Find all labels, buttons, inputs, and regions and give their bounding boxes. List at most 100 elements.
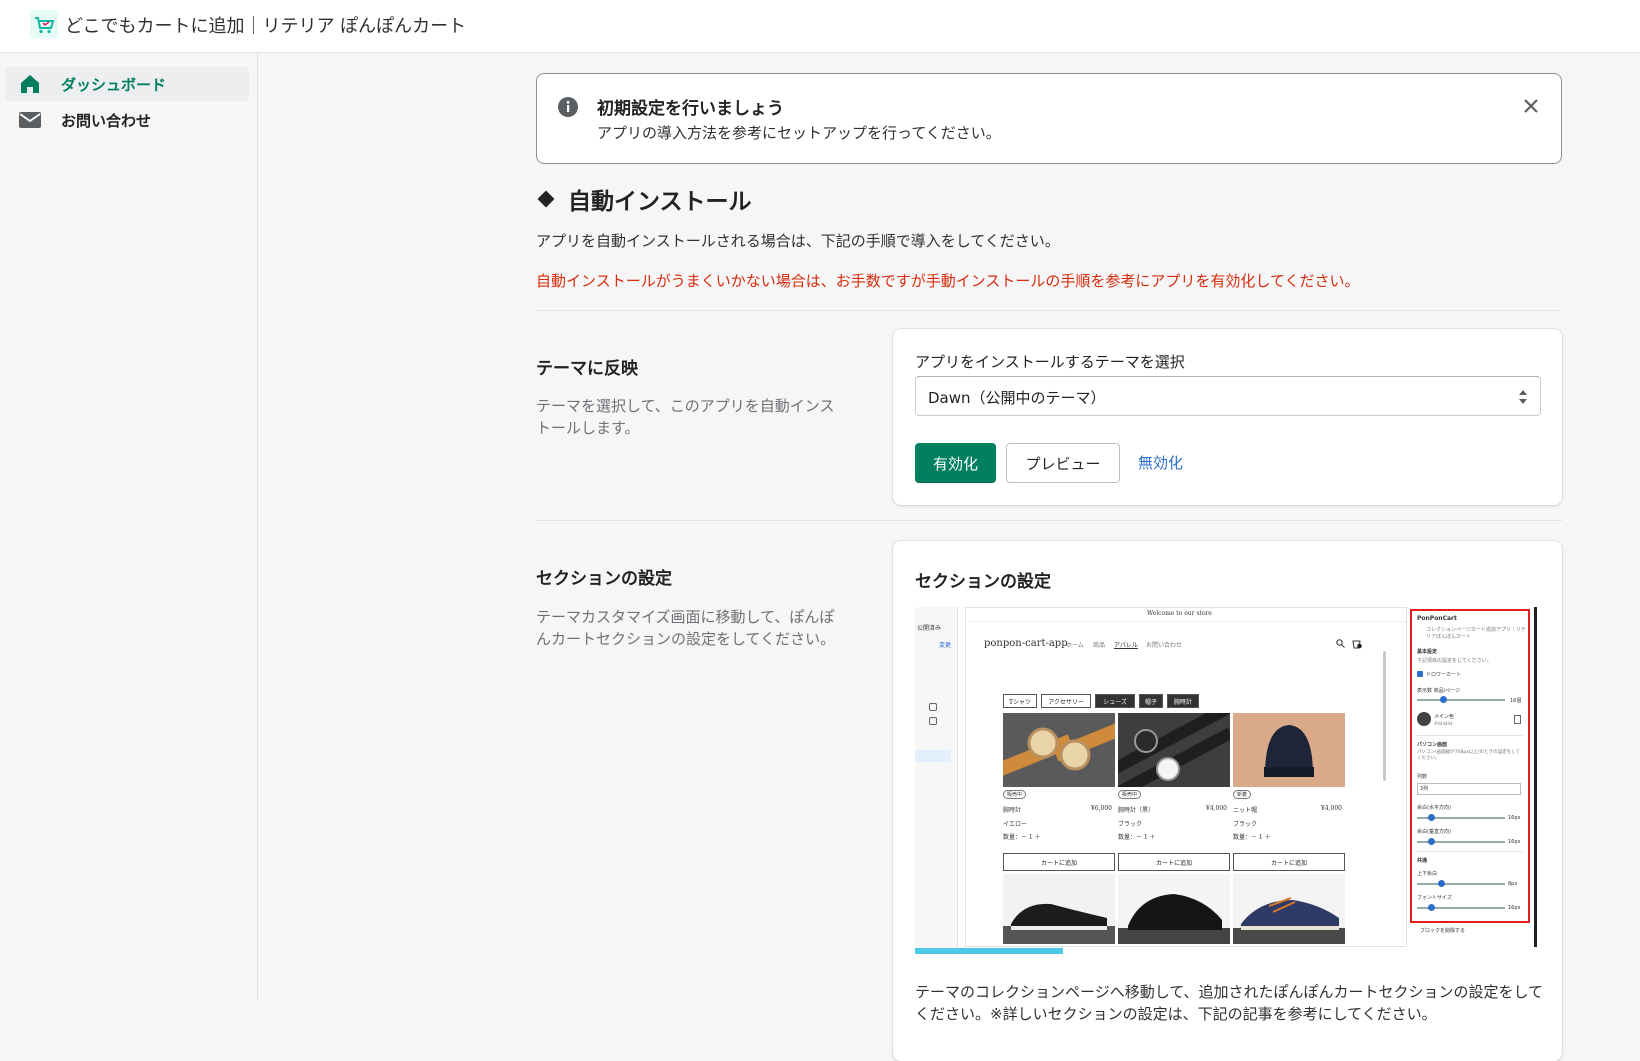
panel-top-bottom: 上下余白 bbox=[1417, 871, 1438, 877]
product-qty: 数量：－ 1 ＋ bbox=[1233, 834, 1271, 841]
auto-install-heading: 自動インストール bbox=[537, 182, 752, 216]
link-icon bbox=[929, 717, 937, 725]
product-qty: 数量：－ 1 ＋ bbox=[1118, 834, 1156, 841]
diamond-bullet-icon bbox=[537, 190, 555, 208]
slider-knob bbox=[1440, 696, 1447, 703]
product-badge: 販売中 bbox=[1003, 790, 1027, 799]
preview-add-to-cart: カートに追加 bbox=[1003, 853, 1115, 871]
panel-note: パソコン(画面幅が768px以上)のときの設定をしてください。 bbox=[1417, 750, 1520, 761]
link-icon bbox=[929, 703, 937, 711]
panel-items-label: 表示数 商品/ページ bbox=[1417, 688, 1461, 694]
store-tab: アクセサリー bbox=[1041, 694, 1091, 708]
store-name: ponpon-cart-app bbox=[984, 638, 1068, 649]
color-swatch bbox=[1417, 712, 1431, 726]
checkbox-icon bbox=[1417, 671, 1423, 677]
theme-select-label: アプリをインストールするテーマを選択 bbox=[915, 353, 1185, 371]
panel-columns-value: 3列 bbox=[1420, 786, 1429, 792]
slider-knob bbox=[1428, 814, 1435, 821]
slider-knob bbox=[1428, 838, 1435, 845]
theme-select[interactable]: Dawn（公開中のテーマ） bbox=[915, 376, 1541, 416]
panel-main-color: メイン色 bbox=[1434, 714, 1455, 720]
panel-subtitle: コレクションページカート追加アプリ｜リテリアぽんぽんカート bbox=[1426, 627, 1526, 640]
theme-section-description: テーマを選択して、このアプリを自動インストールします。 bbox=[536, 397, 835, 437]
product-badge: 販売中 bbox=[1118, 790, 1142, 799]
divider bbox=[536, 310, 1562, 311]
product-name: 腕時計（黒） bbox=[1118, 807, 1155, 814]
theme-select-value: Dawn（公開中のテーマ） bbox=[928, 389, 1106, 407]
panel-fs-value: 16px bbox=[1508, 905, 1521, 911]
panel-divider bbox=[1417, 735, 1523, 736]
theme-editor-screenshot: 公開済み 変更 Welcome to our store ponpon-cart… bbox=[915, 607, 1542, 959]
panel-group: 共通 bbox=[1417, 858, 1428, 864]
sidebar-item-contact[interactable]: お問い合わせ bbox=[5, 103, 249, 137]
ponponcart-settings-panel: PonPonCart コレクションページカート追加アプリ｜リテリアぽんぽんカート… bbox=[1410, 609, 1530, 923]
shoe-mesh-image bbox=[1118, 874, 1230, 944]
panel-h-margin: 余白(水平方向) bbox=[1417, 805, 1451, 811]
panel-slider bbox=[1417, 699, 1505, 701]
theme-section-title: テーマに反映 bbox=[536, 359, 638, 379]
top-bar: どこでもカートに追加｜リテリア ぽんぽんカート bbox=[0, 0, 1640, 53]
disable-link[interactable]: 無効化 bbox=[1138, 452, 1183, 473]
preview-scrollbar bbox=[1383, 651, 1386, 781]
panel-group: パソコン画面 bbox=[1417, 742, 1448, 748]
banner-text: アプリの導入方法を参考にセットアップを行ってください。 bbox=[597, 124, 1001, 142]
banner-title: 初期設定を行いましょう bbox=[597, 99, 784, 119]
app-title: どこでもカートに追加｜リテリア ぽんぽんカート bbox=[65, 16, 467, 37]
store-nav-item: 商品 bbox=[1093, 642, 1106, 649]
preview-button[interactable]: プレビュー bbox=[1006, 443, 1120, 483]
product-badge: 新着 bbox=[1233, 790, 1252, 799]
status-url-bar bbox=[915, 948, 1063, 954]
slider-knob bbox=[1438, 880, 1445, 887]
panel-v-value: 16px bbox=[1508, 839, 1521, 845]
panel-slider bbox=[1417, 883, 1505, 885]
section-settings-card-title: セクションの設定 bbox=[915, 572, 1051, 592]
sidebar-item-dashboard[interactable]: ダッシュボード bbox=[5, 67, 249, 101]
enable-button[interactable]: 有効化 bbox=[915, 443, 996, 483]
panel-columns-select bbox=[1417, 783, 1521, 795]
product-price: ¥4,000 bbox=[1321, 805, 1342, 812]
cart-logo-icon bbox=[30, 10, 58, 38]
trash-icon bbox=[1514, 715, 1521, 724]
panel-font-size: フォントサイズ bbox=[1417, 895, 1452, 901]
product-name: 腕時計 bbox=[1003, 807, 1022, 814]
watch-yellow-image bbox=[1003, 713, 1115, 787]
product-variant: イエロー bbox=[1003, 821, 1027, 828]
divider bbox=[536, 520, 1562, 521]
editor-left-label: 変更 bbox=[939, 642, 952, 649]
theme-card: アプリをインストールするテーマを選択 Dawn（公開中のテーマ） 有効化 プレビ… bbox=[893, 329, 1562, 505]
store-banner-text: Welcome to our store bbox=[1147, 610, 1212, 617]
mail-icon bbox=[17, 109, 43, 131]
editor-selected-row bbox=[915, 750, 951, 762]
info-icon bbox=[558, 97, 578, 117]
store-tab: 腕時計 bbox=[1167, 694, 1199, 708]
store-tab: シューズ bbox=[1095, 694, 1135, 708]
panel-drawer-cart: ドロワーカート bbox=[1426, 672, 1462, 678]
editor-left-strip bbox=[915, 607, 958, 947]
close-icon[interactable] bbox=[1519, 94, 1543, 118]
product-qty: 数量：－ 1 ＋ bbox=[1003, 834, 1041, 841]
editor-left-label: 公開済み bbox=[917, 625, 942, 632]
home-icon bbox=[17, 73, 43, 95]
store-nav-item: アパレル bbox=[1114, 642, 1138, 649]
product-variant: ブラック bbox=[1233, 821, 1258, 828]
panel-columns-label: 列数 bbox=[1417, 774, 1428, 780]
section-settings-description: テーマカスタマイズ画面に移動して、ぽんぽんカートセクションの設定をしてください。 bbox=[536, 608, 836, 648]
setup-banner: 初期設定を行いましょう アプリの導入方法を参考にセットアップを行ってください。 bbox=[536, 73, 1562, 164]
panel-tb-value: 8px bbox=[1508, 881, 1518, 887]
store-nav-item: ホーム bbox=[1066, 642, 1084, 649]
preview-add-to-cart: カートに追加 bbox=[1118, 853, 1230, 871]
sidebar-item-label: ダッシュボード bbox=[61, 75, 167, 94]
panel-group: 基本設定 bbox=[1417, 649, 1438, 655]
sidebar: ダッシュボード お問い合わせ bbox=[0, 53, 258, 1000]
section-settings-card: セクションの設定 公開済み 変更 Welcome to our store po… bbox=[893, 541, 1562, 1061]
auto-install-description: アプリを自動インストールされる場合は、下記の手順で導入をしてください。 bbox=[536, 232, 1060, 250]
watch-black-image bbox=[1118, 713, 1230, 787]
panel-title: PonPonCart bbox=[1417, 615, 1457, 622]
section-settings-title: セクションの設定 bbox=[536, 569, 672, 589]
panel-divider bbox=[1417, 851, 1523, 852]
shoe-navy-image bbox=[1233, 874, 1345, 944]
knit-hat-image bbox=[1233, 713, 1345, 787]
panel-note: 下記項目の設定をしてください。 bbox=[1417, 658, 1492, 664]
sidebar-item-label: お問い合わせ bbox=[61, 111, 152, 130]
auto-install-warning: 自動インストールがうまくいかない場合は、お手数ですが手動インストールの手順を参考… bbox=[536, 272, 1360, 290]
